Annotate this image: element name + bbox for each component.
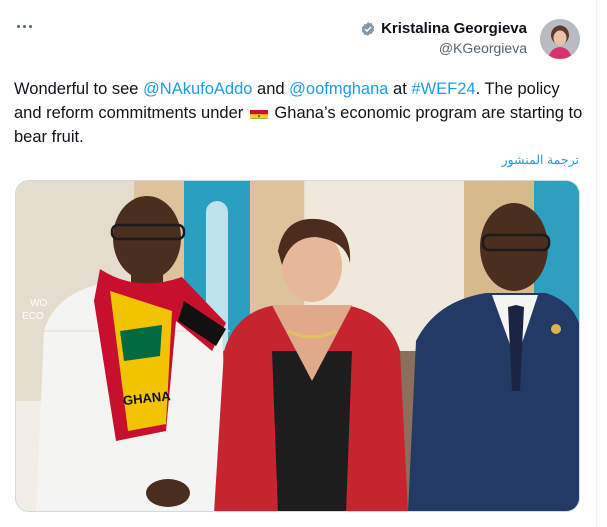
avatar[interactable] <box>540 19 580 59</box>
author-handle[interactable]: @KGeorgieva <box>360 40 527 56</box>
hashtag-link-wef24[interactable]: #WEF24 <box>411 80 475 98</box>
mention-link-oofmghana[interactable]: @oofmghana <box>289 80 388 98</box>
tweet-card: Kristalina Georgieva @KGeorgieva Wonderf… <box>0 0 597 527</box>
ghana-flag-icon <box>249 106 268 119</box>
svg-text:WO: WO <box>30 298 47 309</box>
mention-link-nakufoaddo[interactable]: @NAkufoAddo <box>143 80 252 98</box>
author-display-name[interactable]: Kristalina Georgieva <box>381 20 527 37</box>
author-info[interactable]: Kristalina Georgieva @KGeorgieva <box>360 20 527 56</box>
tweet-photo[interactable]: WO ECO GHANA <box>15 180 580 512</box>
verified-badge-icon <box>361 21 375 36</box>
tweet-text: Wonderful to see @NAkufoAddo and @oofmgh… <box>14 80 583 146</box>
more-options-button[interactable] <box>12 16 36 36</box>
svg-text:ECO: ECO <box>22 311 44 322</box>
more-dots-icon <box>16 24 20 28</box>
translate-post-link[interactable]: ترجمة المنشور <box>502 152 579 167</box>
